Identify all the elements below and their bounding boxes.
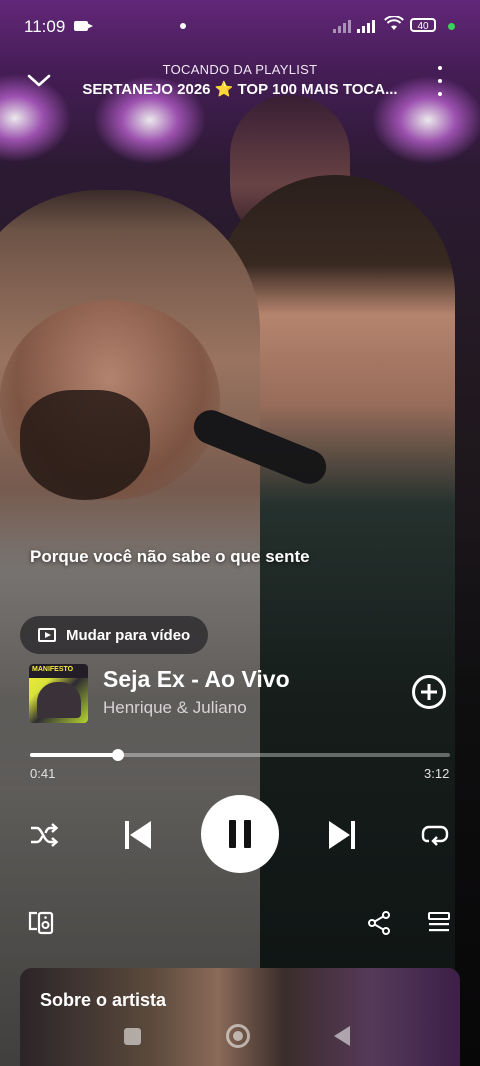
- privacy-dot-icon: [448, 23, 455, 30]
- chevron-down-icon: [27, 74, 51, 87]
- add-to-library-button[interactable]: [412, 675, 446, 709]
- current-lyric-line: Porque você não sabe o que sente: [30, 547, 310, 566]
- status-bar: 11:09 40: [0, 0, 480, 52]
- devices-icon: [28, 911, 54, 935]
- recent-apps-button[interactable]: [124, 1028, 141, 1045]
- video-play-icon: [38, 628, 56, 642]
- video-camera-icon: [74, 21, 93, 31]
- skip-previous-icon: [125, 821, 151, 849]
- total-time: 3:12: [424, 766, 450, 781]
- queue-icon: [428, 912, 450, 932]
- shuffle-icon: [31, 823, 59, 847]
- album-art-text: MANIFESTO: [32, 666, 74, 673]
- switch-to-video-label: Mudar para vídeo: [66, 626, 191, 644]
- elapsed-time: 0:41: [30, 766, 56, 781]
- repeat-icon: [421, 825, 449, 846]
- track-artist[interactable]: Henrique & Juliano: [103, 698, 247, 718]
- progress-bar[interactable]: [30, 749, 450, 761]
- playlist-title-link[interactable]: SERTANEJO 2026 ⭐ TOP 100 MAIS TOCA...: [60, 80, 420, 98]
- wifi-icon: [384, 15, 404, 37]
- queue-button[interactable]: [427, 911, 451, 935]
- battery-icon: 40: [410, 18, 436, 32]
- more-options-button[interactable]: [434, 66, 446, 96]
- connect-devices-button[interactable]: [27, 910, 55, 936]
- track-title[interactable]: Seja Ex - Ao Vivo: [103, 666, 290, 693]
- collapse-button[interactable]: [26, 70, 52, 92]
- repeat-button[interactable]: [419, 819, 451, 851]
- now-playing-screen: 11:09 40 TOCANDO DA PLAYLIST SERTANEJO 2…: [0, 0, 480, 1066]
- notification-dot-icon: [180, 23, 186, 29]
- status-time: 11:09: [24, 17, 66, 36]
- share-button[interactable]: [366, 910, 392, 936]
- signal-icon: [333, 17, 351, 33]
- album-art[interactable]: MANIFESTO: [29, 664, 88, 723]
- share-icon: [368, 911, 390, 935]
- about-artist-title: Sobre o artista: [40, 990, 167, 1010]
- previous-button[interactable]: [120, 818, 156, 852]
- skip-next-icon: [329, 821, 355, 849]
- switch-to-video-button[interactable]: Mudar para vídeo: [20, 616, 209, 654]
- next-button[interactable]: [324, 818, 360, 852]
- shuffle-button[interactable]: [28, 819, 60, 851]
- pause-icon: [244, 820, 251, 848]
- pause-icon: [229, 820, 236, 848]
- background-shade: [0, 0, 480, 1066]
- playing-from-label: TOCANDO DA PLAYLIST: [162, 62, 318, 77]
- signal-icon: [357, 17, 375, 33]
- pause-button[interactable]: [201, 795, 279, 873]
- progress-fill: [30, 753, 119, 757]
- back-button[interactable]: [334, 1026, 350, 1046]
- home-button[interactable]: [226, 1024, 250, 1048]
